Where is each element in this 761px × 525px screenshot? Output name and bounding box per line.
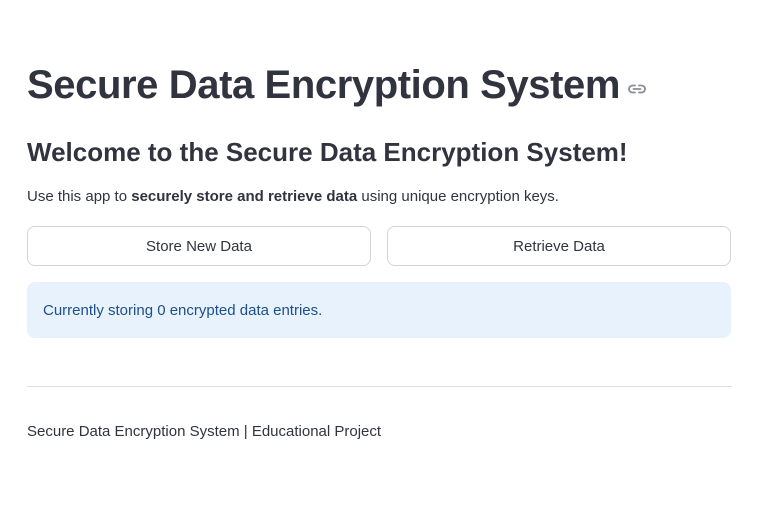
divider <box>27 386 732 387</box>
intro-suffix: using unique encryption keys. <box>357 188 559 205</box>
welcome-heading: Welcome to the Secure Data Encryption Sy… <box>27 137 628 167</box>
page-title: Secure Data Encryption System <box>27 63 621 107</box>
info-message: Currently storing 0 encrypted data entri… <box>43 301 323 319</box>
retrieve-data-button[interactable]: Retrieve Data <box>387 226 731 266</box>
page-title-row: Secure Data Encryption System <box>27 60 646 110</box>
intro-prefix: Use this app to <box>27 188 132 205</box>
footer-text: Secure Data Encryption System | Educatio… <box>27 423 382 440</box>
store-new-data-button[interactable]: Store New Data <box>27 226 371 266</box>
intro-text: Use this app to securely store and retri… <box>27 187 559 207</box>
link-icon[interactable] <box>628 82 646 94</box>
info-alert: Currently storing 0 encrypted data entri… <box>27 282 731 338</box>
intro-bold: securely store and retrieve data <box>131 188 358 205</box>
app-page: Secure Data Encryption System Welcome to… <box>0 0 761 525</box>
